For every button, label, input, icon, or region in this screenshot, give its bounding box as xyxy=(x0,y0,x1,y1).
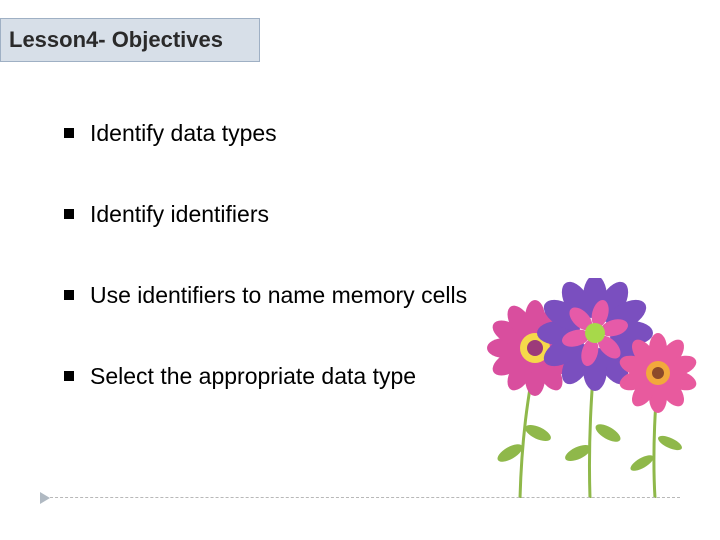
bullet-text: Select the appropriate data type xyxy=(90,363,416,390)
bullet-text: Use identifiers to name memory cells xyxy=(90,282,467,309)
bullet-list: Identify data types Identify identifiers… xyxy=(64,120,624,444)
bullet-text: Identify identifiers xyxy=(90,201,269,228)
list-item: Use identifiers to name memory cells xyxy=(64,282,624,309)
bullet-square-icon xyxy=(64,371,74,381)
list-item: Select the appropriate data type xyxy=(64,363,624,390)
list-item: Identify identifiers xyxy=(64,201,624,228)
arrow-right-icon xyxy=(40,492,50,504)
list-item: Identify data types xyxy=(64,120,624,147)
slide-title: Lesson4- Objectives xyxy=(9,27,223,53)
bullet-text: Identify data types xyxy=(90,120,277,147)
bullet-square-icon xyxy=(64,290,74,300)
footer-separator xyxy=(40,497,680,498)
title-underline xyxy=(9,80,239,82)
bullet-square-icon xyxy=(64,128,74,138)
title-box: Lesson4- Objectives xyxy=(0,18,260,62)
bullet-square-icon xyxy=(64,209,74,219)
